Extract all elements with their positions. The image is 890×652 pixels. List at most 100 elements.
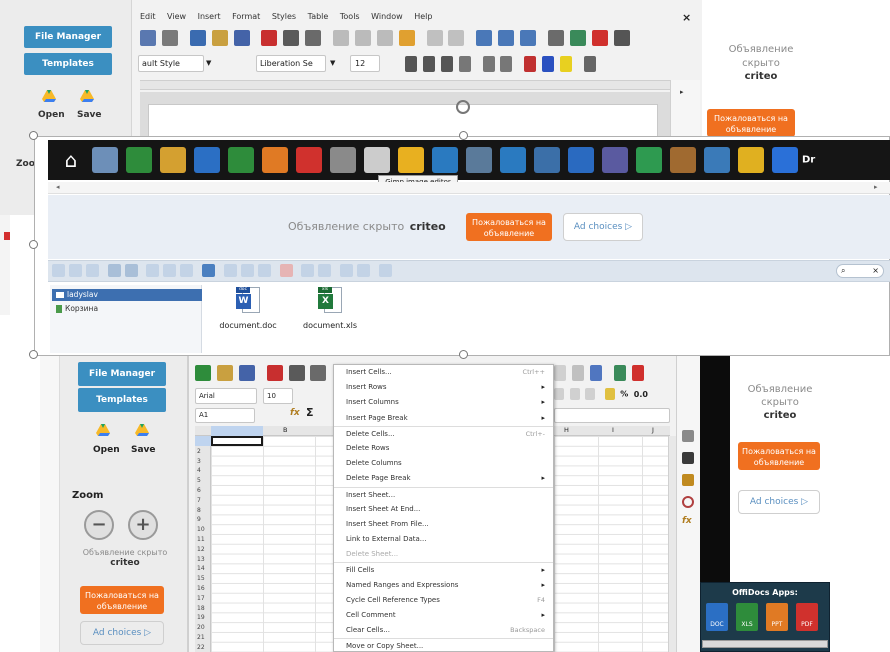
context-menu-item[interactable]: Insert Sheet... <box>334 486 553 502</box>
save-label-top[interactable]: Save <box>77 110 102 120</box>
table-icon[interactable] <box>547 30 564 46</box>
context-menu-item[interactable]: Link to External Data... <box>334 532 553 547</box>
row-number[interactable]: 12 <box>197 545 211 555</box>
subscript-icon[interactable] <box>500 56 513 72</box>
open-label-top[interactable]: Open <box>38 110 65 120</box>
calc-pdf-icon[interactable] <box>266 365 283 381</box>
function-wizard-icon[interactable]: fx <box>290 408 300 418</box>
taskbar-mixer-icon[interactable] <box>534 147 560 173</box>
fm-copy-icon[interactable] <box>240 264 254 277</box>
calc-chart-icon[interactable] <box>631 365 644 381</box>
resize-handle-top-mid[interactable] <box>459 131 468 140</box>
taskbar-calc-icon[interactable] <box>704 147 730 173</box>
sheet-grid[interactable] <box>211 436 337 652</box>
row-number[interactable]: 20 <box>197 623 211 633</box>
resize-handle-top-left[interactable] <box>29 131 38 140</box>
clone-icon[interactable] <box>161 30 178 46</box>
taskbar-image-icon[interactable] <box>670 147 696 173</box>
undo-icon[interactable] <box>426 30 443 46</box>
offidocs-scrollbar[interactable] <box>702 640 828 648</box>
calc-sidebar-styles-icon[interactable] <box>682 452 694 464</box>
row-number[interactable]: 9 <box>197 515 211 525</box>
fm-save-icon[interactable] <box>124 264 138 277</box>
file-item-xls[interactable]: X xls document.xls <box>298 287 362 343</box>
style-dropdown-arrow[interactable]: ▼ <box>206 55 218 72</box>
paste2-icon[interactable] <box>376 30 393 46</box>
find-replace-icon[interactable] <box>476 30 493 46</box>
calc-new-icon[interactable] <box>195 365 211 381</box>
strike-icon[interactable] <box>458 56 471 72</box>
calc-font-box[interactable]: Arial <box>195 388 257 404</box>
context-menu-item[interactable]: Cell Comment ▸ <box>334 608 553 623</box>
calc-save-icon[interactable] <box>238 365 255 381</box>
drive-open-icon-top[interactable] <box>42 90 56 102</box>
scroll-right-arrow[interactable]: ▸ <box>874 183 878 191</box>
fm-delete-icon[interactable] <box>279 264 293 277</box>
name-box[interactable]: A1 <box>195 408 255 423</box>
context-menu-item[interactable]: Delete Columns <box>334 456 553 471</box>
row-number[interactable]: 5 <box>197 476 211 486</box>
context-menu-item[interactable]: Cycle Cell Reference Types F4 <box>334 593 553 608</box>
resize-handle-bottom-mid[interactable] <box>459 350 468 359</box>
italic-icon[interactable] <box>422 56 435 72</box>
taskbar-photo-icon[interactable] <box>160 147 186 173</box>
formula-input[interactable] <box>554 408 670 423</box>
font-dropdown-arrow[interactable]: ▼ <box>330 55 342 72</box>
ad-left-bottom-adchoices[interactable]: Ad choices ▷ <box>80 621 164 645</box>
save-label-bottom[interactable]: Save <box>131 445 156 455</box>
row-number[interactable]: 2 <box>197 447 211 457</box>
drive-save-icon-top[interactable] <box>80 90 94 102</box>
fm-view2-icon[interactable] <box>163 264 177 277</box>
taskbar-audio-icon[interactable] <box>568 147 594 173</box>
context-menu-item[interactable]: Insert Cells... Ctrl++ <box>334 365 553 380</box>
number-format[interactable]: 0.0 <box>634 390 648 399</box>
taskbar-dropbox-icon[interactable] <box>772 147 798 173</box>
offidocs-app-xls[interactable]: XLS <box>736 603 758 631</box>
paragraph-style-box[interactable]: ault Style <box>138 55 204 72</box>
row-number[interactable]: 6 <box>197 486 211 496</box>
offidocs-app-doc[interactable]: DOC <box>706 603 728 631</box>
chart-insert-icon[interactable] <box>591 30 608 46</box>
ad-right-bottom-complain-button[interactable]: Пожаловаться на объявление <box>738 442 820 470</box>
spellcheck-icon[interactable] <box>498 30 515 46</box>
fm-tree-item-ladyslav[interactable]: ladyslav <box>52 289 202 301</box>
taskbar-folder-icon[interactable] <box>398 147 424 173</box>
menu-view[interactable]: View <box>167 12 186 21</box>
context-menu-item[interactable]: Named Ranges and Expressions ▸ <box>334 578 553 593</box>
menu-table[interactable]: Table <box>308 12 329 21</box>
fm-info-icon[interactable] <box>202 264 215 277</box>
pilcrow-icon[interactable] <box>520 30 536 46</box>
file-manager-button-bottom[interactable]: File Manager <box>78 362 166 386</box>
row-number[interactable]: 21 <box>197 633 211 643</box>
taskbar-tools-icon[interactable] <box>330 147 356 173</box>
ad-right-bottom-adchoices[interactable]: Ad choices ▷ <box>738 490 820 514</box>
drive-save-icon-bottom[interactable] <box>135 424 149 436</box>
column-b-header[interactable]: B <box>283 426 287 434</box>
ad-left-bottom-complain-button[interactable]: Пожаловаться на объявление <box>80 586 164 614</box>
calc-preview-icon[interactable] <box>310 365 327 381</box>
open-folder-icon[interactable] <box>211 30 228 46</box>
templates-button-bottom[interactable]: Templates <box>78 388 166 412</box>
context-menu-item[interactable]: Delete Page Break ▸ <box>334 471 553 486</box>
calc-filter-icon[interactable] <box>589 365 602 381</box>
taskbar-drive-icon[interactable] <box>738 147 764 173</box>
menu-window[interactable]: Window <box>371 12 403 21</box>
column-h-header[interactable]: H <box>564 426 569 434</box>
menu-tools[interactable]: Tools <box>340 12 360 21</box>
context-menu-item[interactable]: Insert Columns ▸ <box>334 395 553 410</box>
taskbar-pdf-icon[interactable] <box>296 147 322 173</box>
fm-tree-item-trash[interactable]: Корзина <box>52 303 202 315</box>
calc-image-icon[interactable] <box>613 365 626 381</box>
row-number[interactable]: 16 <box>197 584 211 594</box>
calc-sidebar-functions-icon[interactable]: fx <box>682 516 692 526</box>
vertical-scrollbar[interactable] <box>668 436 676 652</box>
calc-sidebar-properties-icon[interactable] <box>682 430 694 442</box>
format-paint-icon[interactable] <box>398 30 415 46</box>
offidocs-app-ppt[interactable]: PPT <box>766 603 788 631</box>
taskbar-inkscape-icon[interactable] <box>364 147 390 173</box>
percent-format[interactable]: % <box>620 390 628 399</box>
right-sheet-grid[interactable] <box>554 436 670 652</box>
fm-view1-icon[interactable] <box>146 264 160 277</box>
list-icon[interactable] <box>583 56 596 72</box>
calc-open-icon[interactable] <box>216 365 233 381</box>
